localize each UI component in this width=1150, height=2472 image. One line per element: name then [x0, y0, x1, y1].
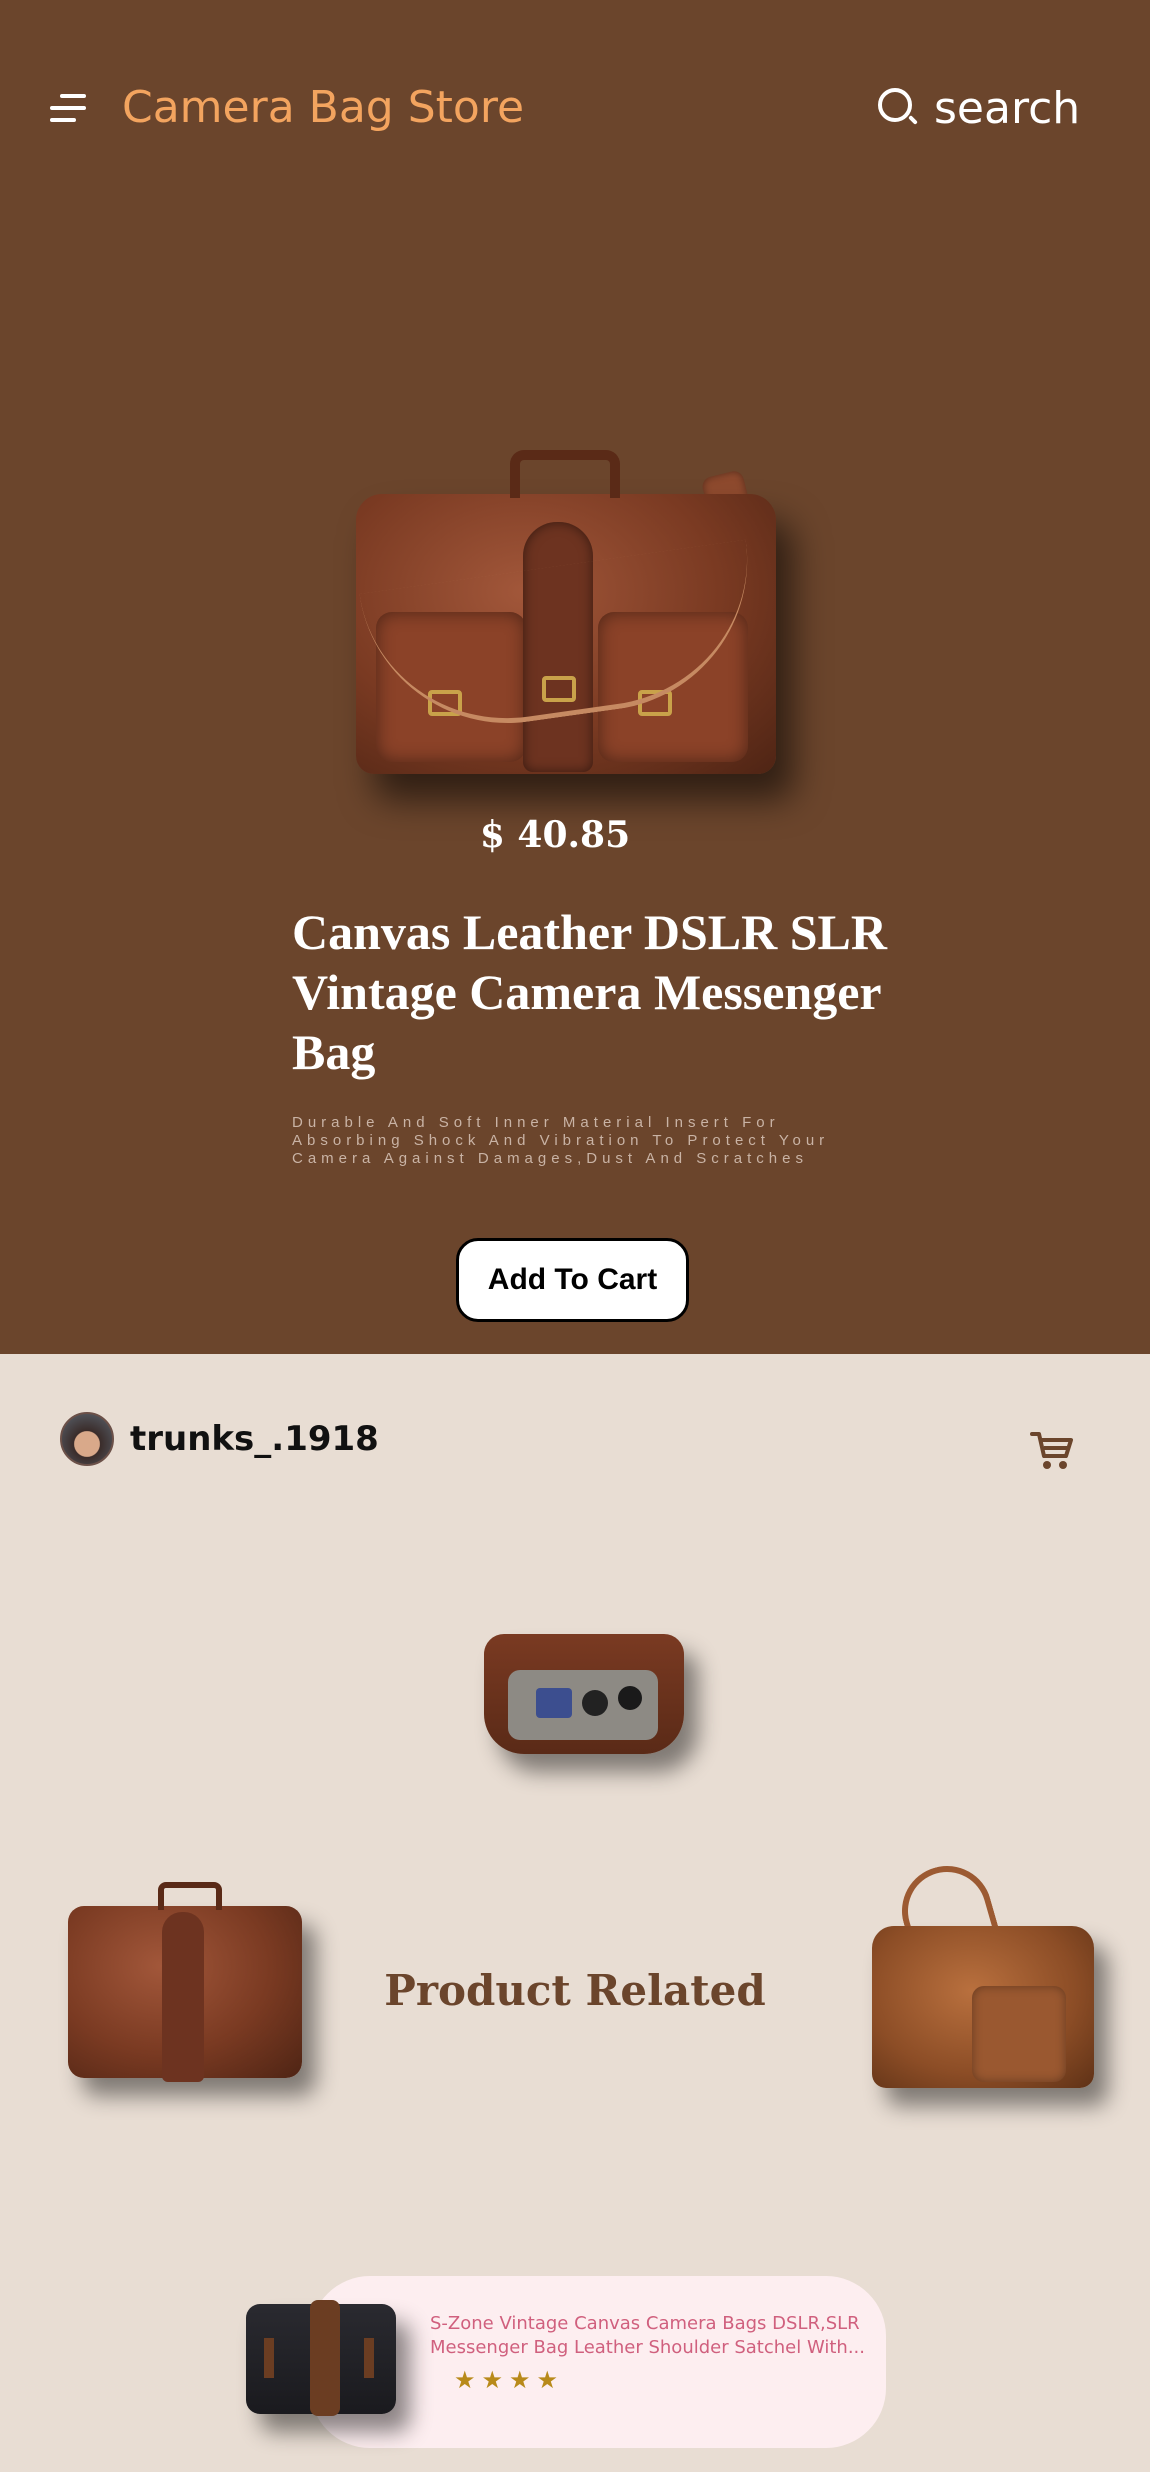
store-brand[interactable]: Camera Bag Store	[122, 82, 524, 133]
related-products-heading: Product Related	[384, 1966, 766, 2015]
search-button[interactable]: search	[878, 80, 1080, 136]
search-label: search	[934, 82, 1081, 134]
related-product-card-title[interactable]: S-Zone Vintage Canvas Camera Bags DSLR,S…	[430, 2312, 870, 2360]
add-to-cart-button[interactable]: Add To Cart	[456, 1238, 689, 1322]
product-price: $ 40.85	[479, 814, 631, 856]
search-icon	[878, 88, 918, 128]
hero-section: Camera Bag Store search $ 40.85 Canvas L…	[0, 0, 1150, 1354]
cart-icon[interactable]	[1030, 1428, 1074, 1472]
product-description: Durable And Soft Inner Material Insert F…	[292, 1114, 872, 1168]
related-product-thumbnail-open-bag[interactable]	[478, 1614, 690, 1770]
description-line-1: Durable And Soft Inner Material Insert F…	[292, 1114, 830, 1149]
user-profile[interactable]: trunks_.1918	[60, 1412, 379, 1466]
avatar	[60, 1412, 114, 1466]
menu-icon[interactable]	[50, 92, 90, 126]
product-image	[348, 446, 784, 790]
related-product-card-image[interactable]	[240, 2290, 404, 2426]
description-line-2: Camera Against Damages,Dust And Scratche…	[292, 1150, 808, 1167]
rating-stars: ★★★★	[454, 2366, 565, 2394]
product-title: Canvas Leather DSLR SLR Vintage Camera M…	[292, 904, 887, 1080]
username: trunks_.1918	[130, 1419, 379, 1459]
